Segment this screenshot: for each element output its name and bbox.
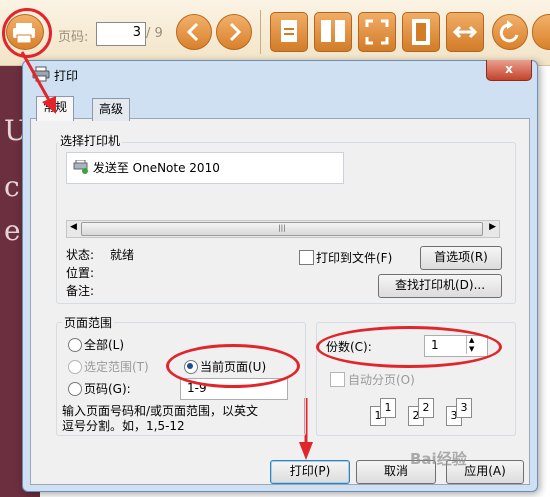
page-range-hint-line2: 逗号分割。如，1,5-12 [62,419,185,433]
range-selection-label: 选定范围(T) [84,360,149,374]
range-all-label: 全部(L) [84,338,125,352]
status-label: 状态: [66,248,95,262]
collate-page: 2 [418,398,434,418]
collate-page: 1 [380,398,396,418]
collate-checkbox [330,372,345,387]
range-all-radio[interactable] [68,338,82,352]
range-pages-label: 页码(G): [84,382,131,396]
collate-label: 自动分页(O) [348,373,415,387]
collate-page: 3 [456,398,472,418]
printer-list-scrollbar[interactable]: ◀ ||| ▶ [66,220,500,238]
print-button[interactable]: 打印(P) [270,460,350,484]
watermark: Bai经验 [410,450,467,468]
page-range-label: 页面范围 [62,314,115,331]
copies-highlight [316,326,502,368]
scroll-left-icon[interactable]: ◀ [70,222,77,232]
printer-list-item[interactable]: 发送至 OneNote 2010 [73,159,220,176]
scrollbar-thumb[interactable]: ||| [81,222,483,236]
range-pages-radio[interactable] [68,382,82,396]
select-printer-label: 选择打印机 [58,132,123,149]
location-label: 位置: [66,266,95,280]
status-value: 就绪 [110,248,135,262]
current-page-highlight [166,344,300,388]
comment-label: 备注: [66,284,95,298]
preferences-button[interactable]: 首选项(R) [420,246,502,270]
range-selection-radio [68,360,82,374]
print-to-file-label: 打印到文件(F) [316,251,393,265]
printer-list[interactable]: 发送至 OneNote 2010 [66,152,344,184]
scroll-right-icon[interactable]: ▶ [489,222,496,232]
find-printer-button[interactable]: 查找打印机(D)... [378,274,502,298]
print-to-file-checkbox[interactable] [299,250,314,265]
printer-name: 发送至 OneNote 2010 [92,161,220,175]
